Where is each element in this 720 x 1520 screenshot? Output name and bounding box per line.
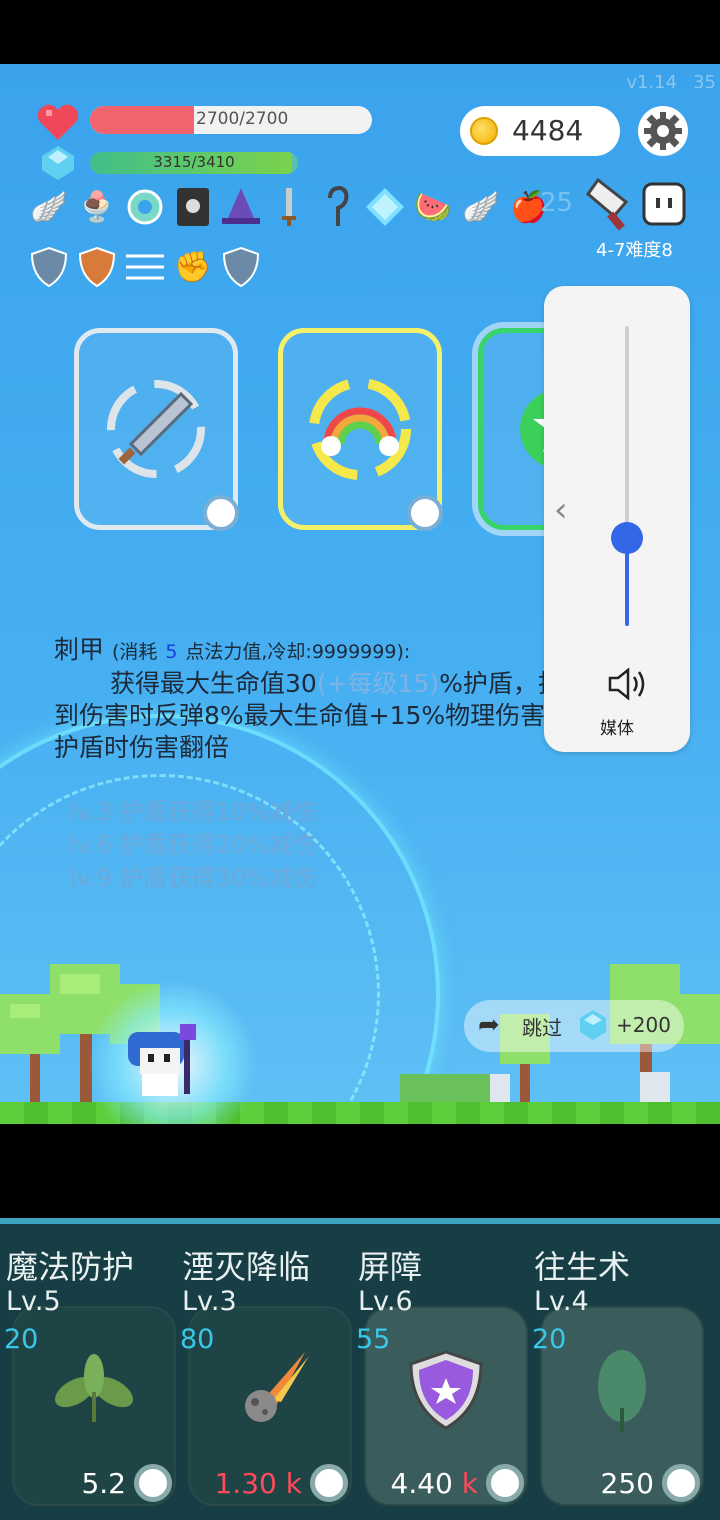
item-row-1: 🪽 🍨 🍉 🪽 🍎 (26, 184, 552, 230)
speaker-icon[interactable] (606, 666, 648, 702)
upgrade-price-value: 1.30 (214, 1467, 277, 1500)
upgrade-price-suffix: k (285, 1467, 302, 1500)
boss-indicator (584, 176, 694, 236)
ice-cream-icon[interactable]: 🍨 (74, 184, 120, 230)
ring-icon[interactable] (122, 184, 168, 230)
skill-cost-prefix: (消耗 (111, 641, 158, 663)
upgrade-card-barrier[interactable]: 4.40 k 屏障 Lv.6 55 (352, 1236, 528, 1520)
wing-icon-2[interactable]: 🪽 (458, 184, 504, 230)
upgrade-cost: 55 (356, 1324, 391, 1355)
skill-cost-value: 5 (165, 641, 178, 663)
status-bar (0, 0, 720, 64)
wing-icon[interactable]: 🪽 (26, 184, 72, 230)
fist-icon[interactable]: ✊ (170, 244, 216, 290)
upgrade-name: 往生术 (534, 1248, 631, 1286)
hp-text: 2700/2700 (196, 109, 289, 129)
leaf-sprout-icon (14, 1348, 174, 1428)
mp-text: 3315/3410 (153, 153, 235, 171)
version-label: v1.14 35 (610, 72, 716, 93)
rainbow-icon (283, 333, 437, 525)
difficulty-label: 4-7难度8 (596, 240, 673, 261)
upgrade-card-annihilation[interactable]: 1.30 k 湮灭降临 Lv.3 80 (176, 1236, 352, 1520)
item-count: 25 (540, 188, 574, 218)
upgrade-price-value: 250 (600, 1467, 654, 1500)
shield-icon-2[interactable] (218, 244, 264, 290)
level-bonus-item: lv.6 护盾获得20%减伤 (70, 831, 317, 859)
upgrade-price: 250 (601, 1467, 654, 1500)
level-bonus-item: lv.3 护盾获得10%减伤 (70, 798, 317, 826)
gem-icon (580, 1010, 606, 1040)
skill-card-sword[interactable] (74, 328, 239, 531)
upgrade-price-suffix: k (461, 1467, 478, 1500)
speed-lines-icon[interactable] (122, 244, 168, 290)
shield-icon[interactable] (26, 244, 72, 290)
meteor-icon (190, 1348, 350, 1428)
wizard-hat-icon[interactable] (218, 184, 264, 230)
upgrade-price: 4.40 k (391, 1467, 478, 1500)
fps-counter: 35 (693, 72, 716, 93)
ghost-icon (642, 182, 686, 226)
skip-reward: +200 (616, 1013, 671, 1037)
upgrade-level: Lv.3 (182, 1286, 237, 1317)
item-row-2: ✊ (26, 244, 264, 290)
level-bonus-item: lv.9 护盾获得30%减伤 (70, 864, 317, 892)
upgrade-card-magic-protection[interactable]: 5.2 魔法防护 Lv.5 20 (0, 1236, 176, 1520)
chevron-left-icon[interactable]: ‹ (554, 490, 568, 530)
desc-line1-b: (+每级15) (316, 669, 440, 698)
sword-icon (79, 333, 233, 525)
skill-card-rainbow[interactable] (278, 328, 443, 531)
purple-shield-icon (366, 1348, 526, 1434)
upgrade-level: Lv.5 (6, 1286, 61, 1317)
mp-bar: 3315/3410 (90, 152, 298, 174)
swirl-icon (203, 495, 239, 531)
upgrade-cost: 20 (4, 1324, 39, 1355)
swirl-icon (662, 1464, 700, 1502)
sword-icon[interactable] (266, 184, 312, 230)
heart-icon (37, 104, 79, 140)
skill-name: 刺甲 (54, 635, 105, 664)
desc-line1-a: 获得最大生命值30 (110, 669, 317, 698)
upgrade-level: Lv.6 (358, 1286, 413, 1317)
leaf-icon (542, 1348, 702, 1434)
upgrade-name: 屏障 (358, 1248, 423, 1286)
skip-button[interactable]: ➦ 跳过 +200 (464, 1000, 684, 1052)
share-arrow-icon: ➦ (478, 1010, 500, 1040)
cleaver-icon (585, 177, 629, 231)
hero-character (128, 1024, 196, 1096)
upgrade-price: 5.2 (81, 1467, 126, 1500)
level-bonus-list: lv.3 护盾获得10%减伤 lv.6 护盾获得20%减伤 lv.9 护盾获得3… (70, 796, 317, 895)
volume-label: 媒体 (600, 719, 634, 739)
skull-book-icon[interactable] (170, 184, 216, 230)
swirl-icon (310, 1464, 348, 1502)
upgrade-name: 湮灭降临 (182, 1248, 311, 1286)
upgrade-price-value: 5.2 (81, 1467, 126, 1500)
version-text: v1.14 (626, 72, 678, 93)
coin-counter: 4484 (460, 106, 620, 156)
settings-button[interactable] (638, 106, 688, 156)
upgrade-cost: 20 (532, 1324, 567, 1355)
upgrade-card-rebirth[interactable]: 250 往生术 Lv.4 20 (528, 1236, 704, 1520)
upgrade-name: 魔法防护 (6, 1248, 135, 1286)
volume-slider-knob[interactable] (611, 522, 643, 554)
skip-label: 跳过 (522, 1016, 562, 1040)
diamond-icon[interactable] (362, 184, 408, 230)
watermelon-icon[interactable]: 🍉 (410, 184, 456, 230)
skill-cost-suffix: 点法力值,冷却:9999999): (185, 641, 411, 663)
coin-icon (470, 117, 498, 145)
upgrade-level: Lv.4 (534, 1286, 589, 1317)
hook-icon[interactable] (314, 184, 360, 230)
upgrade-cost: 80 (180, 1324, 215, 1355)
upgrade-price-value: 4.40 (390, 1467, 453, 1500)
swirl-icon (407, 495, 443, 531)
swirl-icon (134, 1464, 172, 1502)
volume-panel: ‹ 媒体 (544, 286, 690, 752)
coin-value: 4484 (512, 114, 584, 147)
hp-fill (90, 106, 195, 134)
mana-crystal-icon (42, 146, 74, 180)
gear-icon (644, 112, 682, 150)
swirl-icon (486, 1464, 524, 1502)
hp-bar: 2700/2700 (90, 106, 372, 134)
upgrade-price: 1.30 k (215, 1467, 302, 1500)
orange-shield-icon[interactable] (74, 244, 120, 290)
